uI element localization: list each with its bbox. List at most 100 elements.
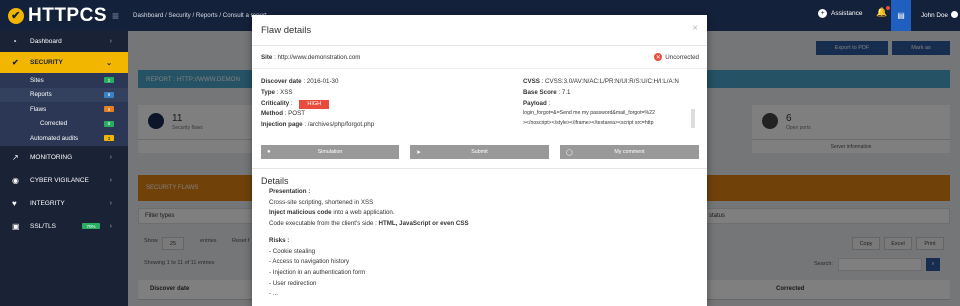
cvss-label: CVSS: [523, 78, 540, 85]
presentation-text: Cross-site scripting, shortened in XSS: [269, 198, 374, 206]
sidebar-item-flaws[interactable]: Flaws 9: [0, 102, 128, 117]
type-label: Type: [261, 88, 275, 96]
type-value: XSS: [280, 88, 293, 96]
plus-icon: +: [818, 9, 827, 18]
payload-label: Payload: [523, 99, 547, 107]
simulation-button[interactable]: ● Simulation: [261, 145, 399, 159]
heartbeat-icon: ♥: [12, 198, 17, 208]
check-icon: ✔: [8, 7, 24, 24]
inject-text: into a web application.: [331, 209, 395, 217]
assistance-button[interactable]: + Assistance: [818, 9, 862, 18]
site-label: Site: [261, 53, 273, 61]
sidebar-item-security[interactable]: ✔ SECURITY ⌄: [0, 52, 128, 73]
bell-icon[interactable]: 🔔: [876, 6, 891, 18]
risk-item: - User redirection: [269, 279, 317, 287]
method-value: POST: [288, 110, 306, 118]
site-row: Site : http://www.demonstration.com ✕ Un…: [252, 46, 707, 69]
my-comment-button[interactable]: ◯ My comment: [560, 145, 699, 159]
payload-line: ></noscript></style></iframe></textarea>…: [523, 119, 654, 126]
lock-icon: ▣: [12, 221, 20, 231]
count-badge: 6: [104, 91, 114, 98]
sidebar: ◔ Dashboard › ✔ SECURITY ⌄ Sites 2 Repor…: [0, 31, 128, 306]
modal-header: Flaw details ×: [252, 15, 707, 46]
logo-text: HTTPCS: [28, 4, 107, 26]
payload-line: login_forgot=&=Send me my password&mail_…: [523, 110, 655, 117]
count-badge: 8: [104, 120, 114, 127]
chart-line-icon: ↗: [12, 152, 19, 162]
submit-label: Submit: [471, 149, 488, 155]
book-button[interactable]: ▤: [891, 0, 911, 31]
sidebar-item-monitoring[interactable]: ↗ MONITORING ›: [0, 146, 128, 169]
sidebar-item-label: Corrected: [40, 120, 68, 128]
menu-toggle-icon[interactable]: ≡: [112, 9, 119, 23]
modal-title: Flaw details: [261, 24, 312, 36]
dashboard-icon: ◔: [12, 37, 17, 46]
sidebar-item-reports[interactable]: Reports 6: [0, 87, 128, 102]
user-name: John Doe: [921, 12, 948, 19]
logo[interactable]: ✔ HTTPCS: [0, 5, 128, 27]
sidebar-item-corrected[interactable]: Corrected 8: [0, 117, 128, 132]
sidebar-item-cyber-vigilance[interactable]: ◉ CYBER VIGILANCE ›: [0, 169, 128, 192]
assistance-label: Assistance: [831, 10, 863, 17]
count-badge: 3: [104, 135, 114, 142]
discover-value: 2016-01-30: [306, 78, 339, 85]
comment-icon: ◯: [566, 149, 573, 156]
payload-box[interactable]: login_forgot=&=Send me my password&mail_…: [523, 109, 695, 129]
x-circle-icon: ✕: [654, 53, 663, 61]
details-body: Presentation : Cross-site scripting, sho…: [269, 187, 469, 300]
chevron-right-icon: ›: [109, 176, 112, 184]
sidebar-item-label: Sites: [30, 76, 44, 84]
user-avatar-icon: [950, 11, 958, 18]
chevron-right-icon: ›: [109, 153, 112, 161]
sidebar-item-label: Flaws: [30, 105, 47, 113]
details-title: Details: [261, 176, 289, 186]
criticality-badge: HIGH: [299, 99, 330, 109]
risks-label: Risks :: [269, 236, 290, 244]
risk-item: - Injection in an authentication form: [269, 268, 366, 276]
sidebar-item-label: SSL/TLS: [30, 222, 57, 230]
my-comment-label: My comment: [614, 149, 645, 155]
sidebar-item-label: SECURITY: [30, 59, 63, 66]
discover-label: Discover date: [261, 78, 302, 85]
sidebar-item-sites[interactable]: Sites 2: [0, 73, 128, 88]
sidebar-item-label: INTEGRITY: [30, 199, 65, 207]
sidebar-item-ssl-tls[interactable]: ▣ SSL/TLS 70% ›: [0, 215, 128, 238]
notification-dot: [886, 6, 891, 10]
close-icon[interactable]: ×: [692, 23, 698, 34]
risk-item: - Cookie stealing: [269, 247, 316, 255]
chevron-right-icon: ›: [109, 222, 112, 230]
sidebar-item-label: CYBER VIGILANCE: [30, 176, 89, 184]
injection-value: /archives/php/forgot.php: [307, 121, 375, 129]
shield-check-icon: ✔: [12, 58, 19, 67]
sidebar-item-dashboard[interactable]: ◔ Dashboard ›: [0, 31, 128, 52]
site-value: http://www.demonstration.com: [277, 53, 361, 61]
simulation-label: Simulation: [317, 149, 343, 155]
flaw-info: Discover date : 2016-01-30 Type : XSS Cr…: [252, 69, 707, 131]
sidebar-item-label: Reports: [30, 91, 52, 99]
base-score-label: Base Score: [523, 88, 557, 96]
security-submenu: Sites 2 Reports 6 Flaws 9 Corrected 8 Au…: [0, 73, 128, 146]
exec-text: Code executable from the client's side :: [269, 220, 379, 228]
action-bar: ● Simulation ➤ Submit ◯ My comment: [261, 145, 699, 159]
status-label: Uncorrected: [665, 53, 699, 61]
submit-button[interactable]: ➤ Submit: [410, 145, 549, 159]
status-badge: ✕ Uncorrected: [654, 53, 699, 61]
exec-bold: HTML, JavaScript or even CSS: [378, 220, 469, 228]
injection-label: Injection page: [261, 121, 303, 129]
count-badge: 9: [104, 106, 114, 113]
bomb-icon: ●: [267, 149, 271, 155]
risk-item: - Access to navigation history: [269, 258, 350, 266]
book-icon: ▤: [897, 11, 905, 20]
globe-icon: ◉: [12, 175, 19, 185]
presentation-label: Presentation :: [269, 188, 311, 195]
send-icon: ➤: [416, 149, 422, 156]
method-label: Method: [261, 110, 283, 118]
divider: [252, 168, 707, 169]
flaw-details-modal: Flaw details × Site : http://www.demonst…: [252, 15, 707, 306]
chevron-right-icon: ›: [109, 38, 112, 45]
sidebar-item-integrity[interactable]: ♥ INTEGRITY ›: [0, 192, 128, 215]
base-score-value: 7.1: [561, 88, 571, 96]
sidebar-item-automated-audits[interactable]: Automated audits 3: [0, 131, 128, 146]
user-menu[interactable]: John Doe: [921, 11, 958, 19]
inject-bold: Inject malicious code: [269, 209, 332, 217]
